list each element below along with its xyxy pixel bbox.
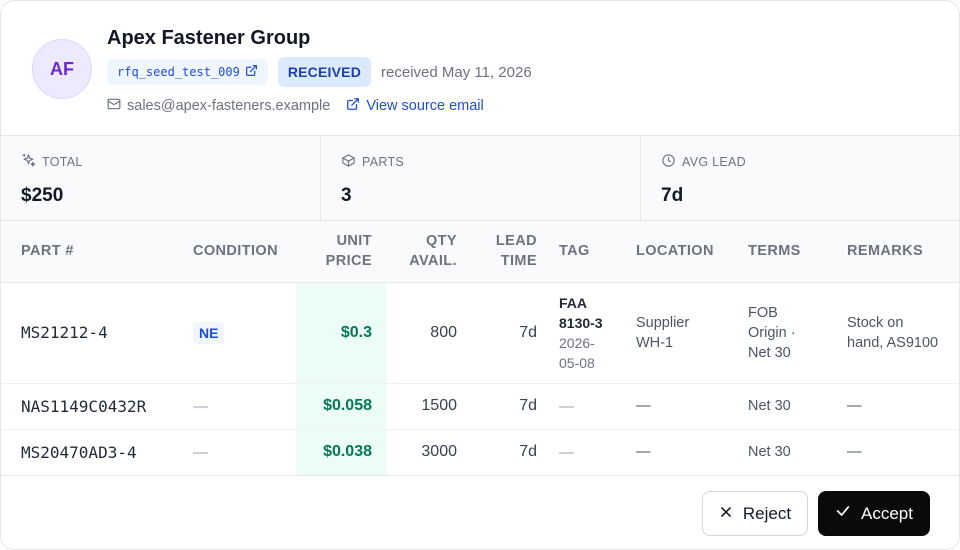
vendor-name: Apex Fastener Group (107, 27, 311, 49)
col-terms: TERMS (740, 221, 839, 283)
cell-part: NAS1149C0432R (1, 383, 181, 430)
col-tag: TAG (551, 221, 628, 283)
received-date: received May 11, 2026 (381, 63, 532, 81)
col-lead-time: LEAD TIME (471, 221, 551, 283)
clock-icon (661, 153, 676, 171)
reject-label: Reject (742, 503, 792, 523)
cell-location: — (628, 429, 740, 475)
col-part: PART # (1, 221, 181, 283)
cell-unit-price: $0.038 (296, 429, 386, 475)
table-row: MS20470AD3-4 — $0.038 3000 7d — — Net 30… (1, 429, 959, 475)
col-qty: QTY AVAIL. (386, 221, 471, 283)
cell-location: — (628, 383, 740, 430)
stat-parts-label: PARTS (362, 155, 405, 169)
cell-terms: Net 30 (740, 383, 839, 430)
external-link-icon (346, 97, 360, 115)
rfq-id: rfq_seed_test_009 (117, 65, 240, 79)
external-link-icon (245, 64, 258, 80)
close-icon (719, 504, 733, 524)
vendor-meta: rfq_seed_test_009 RECEIVED received May … (107, 57, 532, 87)
email-text: sales@apex-fasteners.example (127, 98, 331, 114)
table-row: NAS1149C0432R — $0.058 1500 7d — — Net 3… (1, 383, 959, 430)
avatar: AF (32, 39, 92, 99)
cell-condition: — (181, 429, 296, 475)
accept-label: Accept (861, 503, 913, 523)
cell-tag: FAA 8130-3 2026- 05-08 (551, 282, 628, 384)
cell-remarks: — (839, 383, 959, 430)
stat-total-value: $250 (21, 185, 64, 206)
reject-button[interactable]: Reject (702, 491, 808, 536)
table-row: MS21212-4 NE $0.3 800 7d FAA 8130-3 2026… (1, 282, 959, 384)
stat-lead-label: AVG LEAD (682, 155, 746, 169)
accept-button[interactable]: Accept (818, 491, 930, 536)
table-header-row: PART # CONDITION UNIT PRICE QTY AVAIL. LEA… (1, 221, 959, 283)
col-location: LOCATION (628, 221, 740, 283)
cell-lead: 7d (471, 383, 551, 430)
cell-remarks: Stock on hand, AS9100 (839, 282, 959, 384)
summary-stats: TOTAL $250 PARTS 3 AVG LEAD 7d (1, 135, 959, 221)
stat-total-label: TOTAL (42, 155, 83, 169)
cell-terms: Net 30 (740, 429, 839, 475)
cell-qty: 800 (386, 282, 471, 384)
cell-lead: 7d (471, 429, 551, 475)
cell-lead: 7d (471, 282, 551, 384)
cell-tag: — (551, 429, 628, 475)
condition-badge: NE (193, 321, 225, 344)
view-source-email-label: View source email (366, 98, 484, 114)
stat-avg-lead: AVG LEAD 7d (641, 136, 959, 220)
cell-qty: 3000 (386, 429, 471, 475)
cell-part: MS21212-4 (1, 282, 181, 384)
contact-row: sales@apex-fasteners.example View source… (107, 95, 484, 117)
vendor-email: sales@apex-fasteners.example (107, 97, 330, 115)
stat-parts: PARTS 3 (321, 136, 641, 220)
quote-card: AF Apex Fastener Group rfq_seed_test_009… (0, 0, 960, 550)
action-footer: Reject Accept (1, 475, 959, 549)
line-items-table[interactable]: PART # CONDITION UNIT PRICE QTY AVAIL. LEA… (1, 221, 959, 475)
col-unit-price: UNIT PRICE (296, 221, 386, 283)
vendor-header: AF Apex Fastener Group rfq_seed_test_009… (1, 1, 959, 135)
stat-total: TOTAL $250 (1, 136, 321, 220)
cell-unit-price: $0.3 (296, 282, 386, 384)
cell-qty: 1500 (386, 383, 471, 430)
stat-lead-value: 7d (661, 185, 684, 206)
view-source-email-link[interactable]: View source email (346, 97, 484, 115)
cell-tag: — (551, 383, 628, 430)
status-badge: RECEIVED (277, 57, 372, 87)
mail-icon (107, 97, 121, 115)
rfq-link[interactable]: rfq_seed_test_009 (107, 59, 268, 85)
cell-condition: NE (181, 282, 296, 384)
cell-location: Supplier WH-1 (628, 282, 740, 384)
cell-remarks: — (839, 429, 959, 475)
cell-part: MS20470AD3-4 (1, 429, 181, 475)
box-icon (341, 153, 356, 171)
check-icon (835, 503, 851, 524)
cell-terms: FOB Origin · Net 30 (740, 282, 839, 384)
col-condition: CONDITION (181, 221, 296, 283)
stat-parts-value: 3 (341, 185, 352, 206)
cell-unit-price: $0.058 (296, 383, 386, 430)
sparkle-icon (21, 153, 36, 171)
col-remarks: REMARKS (839, 221, 959, 283)
cell-condition: — (181, 383, 296, 430)
